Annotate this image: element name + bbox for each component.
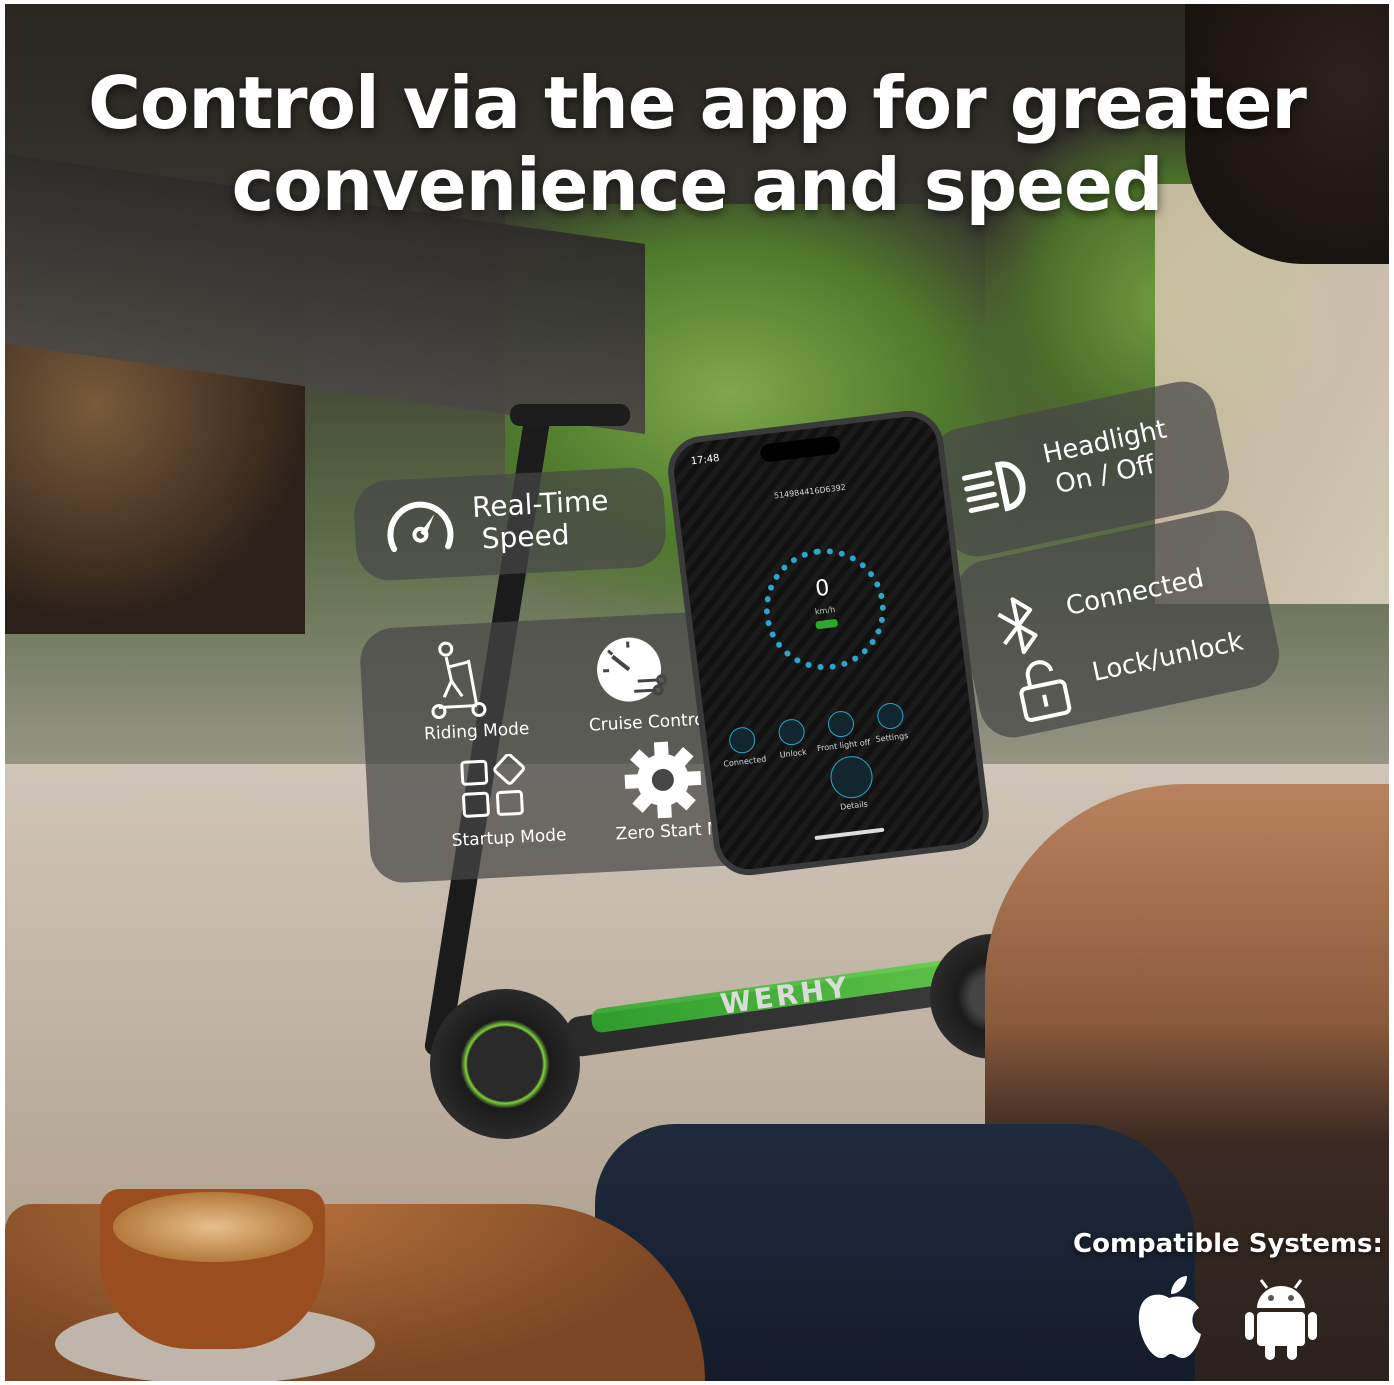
front-light-button[interactable] xyxy=(826,709,856,739)
dynamic-island xyxy=(759,435,841,463)
riding-mode-label: Riding Mode xyxy=(423,718,530,745)
headlight-icon xyxy=(961,461,1026,514)
scooter-handlebar xyxy=(510,404,630,426)
compatibility-title: Compatible Systems: xyxy=(1073,1229,1383,1259)
latte-art xyxy=(113,1192,313,1262)
unlock-button[interactable] xyxy=(777,717,807,747)
scooter-front-wheel xyxy=(430,989,580,1139)
speedometer-icon xyxy=(387,501,454,553)
scooter-details-button[interactable] xyxy=(828,753,875,801)
battery-indicator xyxy=(815,618,839,630)
phone-screen: 17:48 514984416D6392 0 km/h Connected Un… xyxy=(670,413,987,873)
settings-button[interactable] xyxy=(875,701,905,731)
apple-icon xyxy=(1138,1276,1201,1358)
startup-mode-label: Startup Mode xyxy=(451,825,567,852)
connected-label: Connected xyxy=(1063,563,1207,622)
lock-unlock-label: Lock/unlock xyxy=(1089,626,1246,688)
phone: 17:48 514984416D6392 0 km/h Connected Un… xyxy=(664,406,993,880)
bluetooth-icon xyxy=(997,597,1038,655)
gear-icon xyxy=(624,741,702,819)
riding-mode-icon xyxy=(431,641,487,720)
cruise-control-icon xyxy=(597,637,668,702)
lock-icon xyxy=(1019,660,1072,722)
app-button-label: Settings xyxy=(875,731,909,744)
ad-image: WERHY Control via the app for greater co… xyxy=(5,4,1389,1381)
headline-line-1: Control via the app for greater xyxy=(88,61,1307,145)
speed-gauge: 0 km/h xyxy=(756,541,893,678)
status-time: 17:48 xyxy=(690,452,721,468)
speed-panel: Real-Time Speed xyxy=(352,465,668,583)
android-icon xyxy=(1245,1279,1317,1360)
bluetooth-button[interactable] xyxy=(727,725,757,755)
headline: Control via the app for greater convenie… xyxy=(5,62,1389,226)
speed-label-line-2: Speed xyxy=(480,517,571,556)
details-label: Details xyxy=(839,799,869,812)
home-indicator xyxy=(814,827,885,841)
device-id: 514984416D6392 xyxy=(773,482,847,501)
startup-mode-icon xyxy=(460,753,525,818)
headline-line-2: convenience and speed xyxy=(231,143,1164,227)
cruise-control-label: Cruise Control xyxy=(588,709,710,736)
